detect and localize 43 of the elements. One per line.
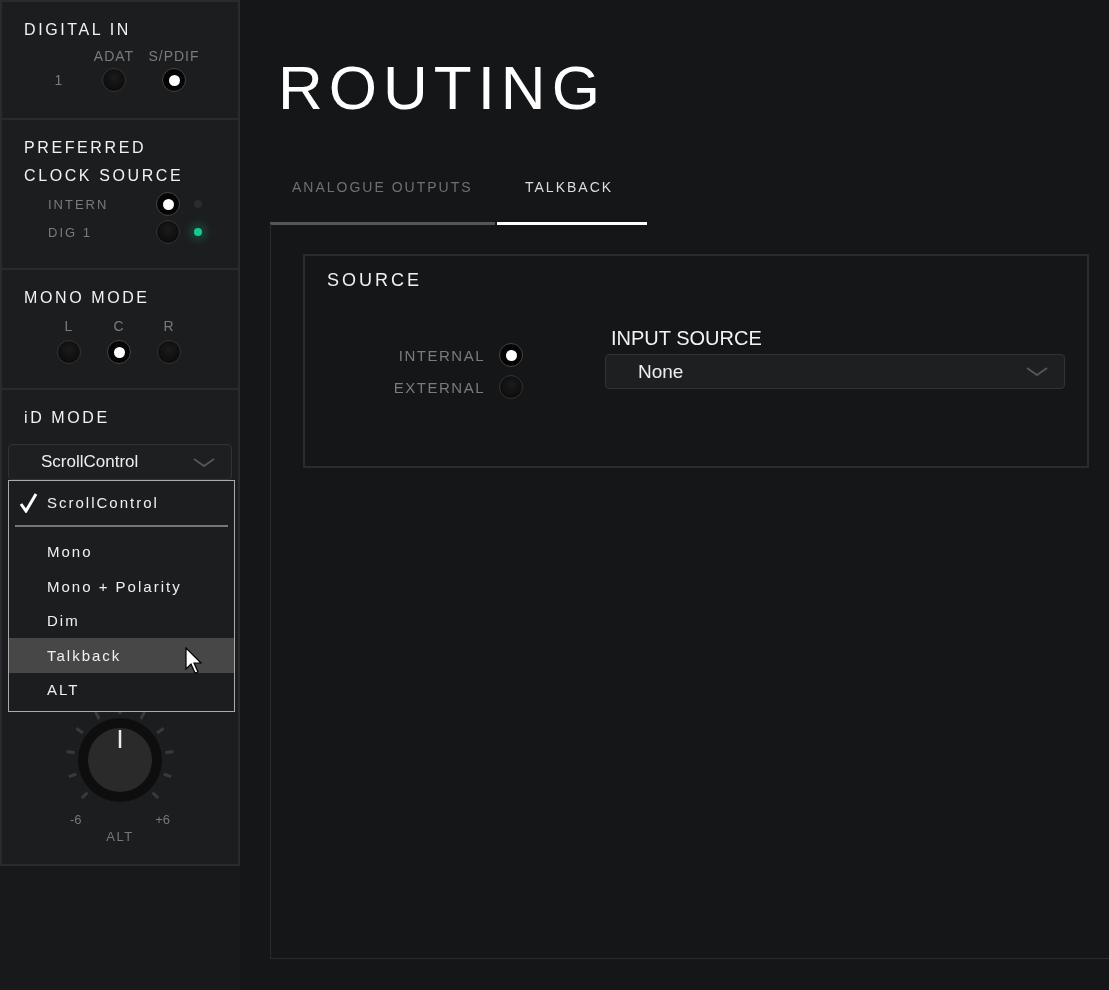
input-source-dropdown[interactable]: None (605, 354, 1065, 389)
check-icon (19, 493, 39, 513)
option-label: INTERN (48, 196, 110, 212)
radio-button[interactable] (156, 220, 180, 244)
panel-title: DIGITAL IN (24, 20, 132, 40)
page-title: ROUTING (278, 52, 607, 124)
radio-button[interactable] (107, 340, 131, 364)
radio-button[interactable] (499, 375, 523, 399)
chevron-down-icon (193, 457, 215, 467)
option-label: EXTERNAL (393, 378, 485, 396)
option-label: C (113, 318, 125, 334)
menu-item[interactable]: Talkback (9, 638, 234, 673)
field-label: INPUT SOURCE (611, 327, 763, 350)
radio-button[interactable] (102, 68, 126, 92)
menu-item[interactable]: Mono (9, 534, 234, 569)
max-label: +6 (155, 812, 170, 827)
tab[interactable]: TALKBACK (497, 168, 647, 225)
option-label: S/PDIF (148, 48, 200, 64)
cursor-icon (185, 647, 203, 675)
min-label: -6 (70, 812, 82, 827)
knob-label: ALT (106, 829, 134, 844)
section-title: SOURCE (327, 270, 423, 291)
radio-button[interactable] (57, 340, 81, 364)
menu-item[interactable]: ScrollControl (9, 485, 234, 520)
panel-title: iD MODE (24, 408, 111, 428)
option-label: L (64, 318, 74, 334)
chevron-down-icon (1026, 367, 1048, 376)
radio-button[interactable] (162, 68, 186, 92)
option-label: DIG 1 (48, 224, 93, 240)
option-label: ADAT (93, 48, 135, 64)
panel-title: MONO MODE (24, 288, 151, 308)
radio-button[interactable] (156, 192, 180, 216)
panel-title: PREFERRED CLOCK SOURCE (24, 138, 185, 186)
option-label: R (163, 318, 175, 334)
radio-button[interactable] (157, 340, 181, 364)
menu-item[interactable]: ALT (9, 672, 234, 707)
menu-item[interactable]: Mono + Polarity (9, 569, 234, 604)
row-label: 1 (54, 72, 64, 88)
radio-button[interactable] (499, 343, 523, 367)
option-label: INTERNAL (398, 346, 485, 364)
menu-item[interactable]: Dim (9, 603, 234, 638)
mode-dropdown[interactable]: ScrollControl (8, 444, 232, 480)
tab[interactable]: ANALOGUE OUTPUTS (270, 168, 495, 225)
